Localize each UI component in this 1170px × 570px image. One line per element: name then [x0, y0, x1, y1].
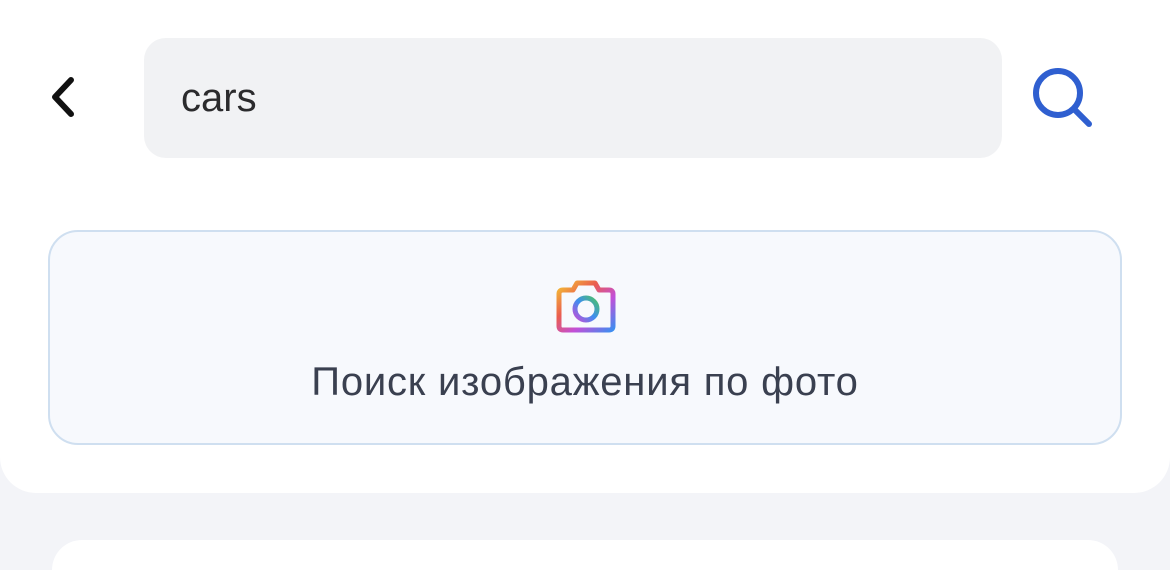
chevron-left-icon: [52, 77, 74, 117]
camera-icon: [556, 280, 616, 333]
back-button[interactable]: [30, 60, 94, 134]
photo-search-button[interactable]: Поиск изображения по фото: [48, 230, 1122, 445]
results-card: [52, 540, 1118, 570]
photo-search-label: Поиск изображения по фото: [311, 360, 859, 404]
search-header-card: Поиск изображения по фото: [0, 0, 1170, 493]
search-input[interactable]: [181, 75, 965, 121]
search-field[interactable]: [144, 38, 1002, 158]
search-icon: [1033, 68, 1092, 127]
search-button[interactable]: [1020, 55, 1104, 139]
